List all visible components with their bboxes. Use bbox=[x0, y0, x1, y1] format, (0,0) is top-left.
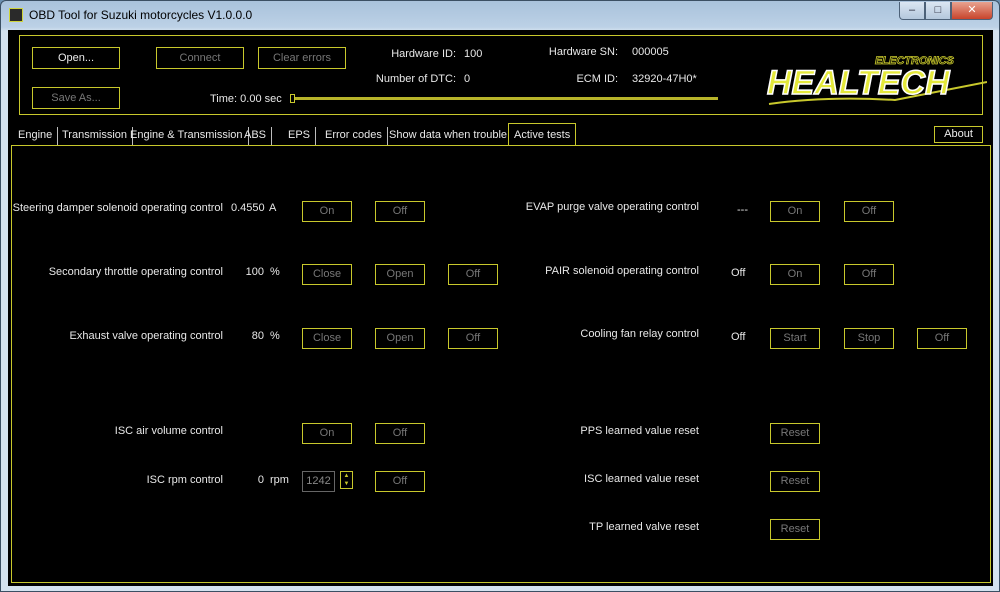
isc-learned-reset-button[interactable]: Reset bbox=[770, 471, 820, 492]
tab-eps[interactable]: EPS bbox=[283, 127, 317, 145]
evap-purge-label: EVAP purge valve operating control bbox=[525, 201, 699, 213]
isc-rpm-off-button[interactable]: Off bbox=[375, 471, 425, 492]
isc-rpm-stepper[interactable]: ▲ ▼ bbox=[340, 471, 353, 489]
exhaust-close-button[interactable]: Close bbox=[302, 328, 352, 349]
fan-stop-button[interactable]: Stop bbox=[844, 328, 894, 349]
secondary-throttle-value: 100 bbox=[245, 266, 264, 278]
tab-show-data-when-trouble[interactable]: Show data when trouble bbox=[384, 127, 514, 145]
isc-air-off-button[interactable]: Off bbox=[375, 423, 425, 444]
isc-air-volume-label: ISC air volume control bbox=[114, 425, 223, 437]
dtc-count-value: 0 bbox=[464, 73, 471, 85]
pair-on-button[interactable]: On bbox=[770, 264, 820, 285]
hardware-id-label: Hardware ID: bbox=[391, 48, 456, 60]
tp-reset-button[interactable]: Reset bbox=[770, 519, 820, 540]
healtech-logo: ELECTRONICS HEALTECH bbox=[766, 55, 987, 105]
active-tests-panel: Steering damper solenoid operating contr… bbox=[11, 145, 991, 583]
time-progress-track bbox=[292, 97, 718, 100]
steering-damper-value: 0.4550 bbox=[231, 202, 265, 214]
evap-purge-value: --- bbox=[737, 204, 748, 216]
close-button[interactable]: ✕ bbox=[951, 2, 993, 20]
about-button[interactable]: About bbox=[934, 126, 983, 143]
logo-main-text: HEALTECH bbox=[767, 64, 951, 102]
steering-off-button[interactable]: Off bbox=[375, 201, 425, 222]
hardware-sn-label: Hardware SN: bbox=[548, 46, 618, 58]
tab-active-tests[interactable]: Active tests bbox=[508, 123, 577, 146]
time-progress-thumb[interactable] bbox=[290, 94, 295, 103]
pps-reset-label: PPS learned value reset bbox=[580, 425, 699, 437]
isc-air-on-button[interactable]: On bbox=[302, 423, 352, 444]
open-button[interactable]: Open... bbox=[32, 47, 120, 69]
minimize-button[interactable]: ‒ bbox=[899, 2, 925, 20]
connect-button[interactable]: Connect bbox=[156, 47, 244, 69]
stepper-up-icon[interactable]: ▲ bbox=[341, 472, 352, 480]
hardware-sn-value: 000005 bbox=[632, 46, 669, 58]
evap-off-button[interactable]: Off bbox=[844, 201, 894, 222]
tab-transmission[interactable]: Transmission bbox=[57, 127, 133, 145]
dtc-count-label: Number of DTC: bbox=[375, 73, 456, 85]
isc-rpm-label: ISC rpm control bbox=[146, 474, 223, 486]
secondary-throttle-label: Secondary throttle operating control bbox=[48, 266, 223, 278]
tab-bar: Engine Transmission Engine & Transmissio… bbox=[11, 123, 991, 146]
tab-error-codes[interactable]: Error codes bbox=[320, 127, 388, 145]
steering-damper-unit: A bbox=[269, 202, 277, 214]
ecm-id-value: 32920-47H0* bbox=[632, 73, 697, 85]
secondary-open-button[interactable]: Open bbox=[375, 264, 425, 285]
secondary-throttle-unit: % bbox=[270, 266, 280, 278]
steering-on-button[interactable]: On bbox=[302, 201, 352, 222]
client-area: Open... Connect Clear errors Save As... … bbox=[8, 30, 993, 586]
tab-engine-transmission[interactable]: Engine & Transmission bbox=[125, 127, 249, 145]
app-icon bbox=[9, 8, 23, 22]
exhaust-valve-unit: % bbox=[270, 330, 280, 342]
secondary-close-button[interactable]: Close bbox=[302, 264, 352, 285]
tab-abs[interactable]: ABS bbox=[239, 127, 273, 145]
isc-rpm-input[interactable]: 1242 bbox=[302, 471, 335, 492]
save-as-button[interactable]: Save As... bbox=[32, 87, 120, 109]
maximize-button[interactable]: □ bbox=[925, 2, 951, 20]
cooling-fan-label: Cooling fan relay control bbox=[580, 328, 699, 340]
isc-rpm-unit: rpm bbox=[270, 474, 289, 486]
steering-damper-label: Steering damper solenoid operating contr… bbox=[12, 202, 223, 214]
isc-learned-reset-label: ISC learned value reset bbox=[584, 473, 699, 485]
fan-off-button[interactable]: Off bbox=[917, 328, 967, 349]
pair-off-button[interactable]: Off bbox=[844, 264, 894, 285]
pps-reset-button[interactable]: Reset bbox=[770, 423, 820, 444]
pair-solenoid-label: PAIR solenoid operating control bbox=[545, 265, 699, 277]
clear-errors-button[interactable]: Clear errors bbox=[258, 47, 346, 69]
exhaust-valve-value: 80 bbox=[251, 330, 264, 342]
time-label: Time: 0.00 sec bbox=[210, 93, 282, 105]
exhaust-open-button[interactable]: Open bbox=[375, 328, 425, 349]
evap-on-button[interactable]: On bbox=[770, 201, 820, 222]
window-title: OBD Tool for Suzuki motorcycles V1.0.0.0 bbox=[29, 8, 253, 22]
pair-solenoid-value: Off bbox=[731, 267, 746, 279]
isc-rpm-value: 0 bbox=[257, 474, 264, 486]
fan-start-button[interactable]: Start bbox=[770, 328, 820, 349]
stepper-down-icon[interactable]: ▼ bbox=[341, 480, 352, 488]
title-bar[interactable]: OBD Tool for Suzuki motorcycles V1.0.0.0… bbox=[1, 1, 999, 29]
header-panel: Open... Connect Clear errors Save As... … bbox=[19, 35, 987, 115]
ecm-id-label: ECM ID: bbox=[576, 73, 618, 85]
tab-engine[interactable]: Engine bbox=[13, 127, 59, 145]
tp-reset-label: TP learned valve reset bbox=[589, 521, 699, 533]
cooling-fan-value: Off bbox=[731, 331, 746, 343]
hardware-id-value: 100 bbox=[464, 48, 483, 60]
app-window: OBD Tool for Suzuki motorcycles V1.0.0.0… bbox=[0, 0, 1000, 592]
exhaust-valve-label: Exhaust valve operating control bbox=[69, 330, 223, 342]
